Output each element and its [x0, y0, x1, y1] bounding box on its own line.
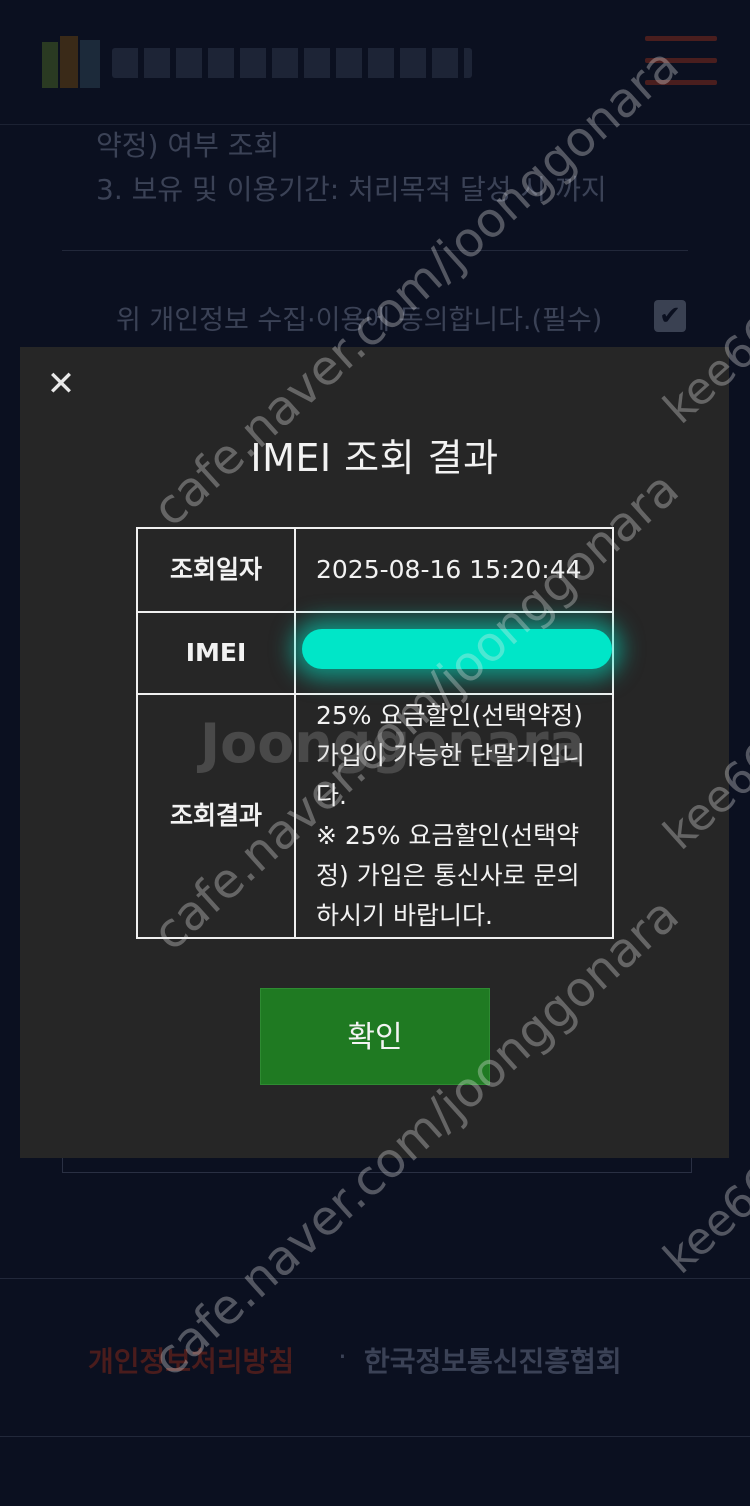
imei-result-modal: ✕ IMEI 조회 결과 조회일자 2025-08-16 15:20:44 IM… [20, 347, 729, 1158]
watermark-user: kee66 [654, 1156, 750, 1284]
result-value: 25% 요금할인(선택약정) 가입이 가능한 단말기입니다. ※ 25% 요금할… [294, 693, 614, 939]
table-row: 조회일자 2025-08-16 15:20:44 [136, 527, 614, 613]
confirm-button[interactable]: 확인 [260, 988, 490, 1085]
hamburger-menu-icon[interactable] [645, 36, 717, 86]
table-row: 조회결과 25% 요금할인(선택약정) 가입이 가능한 단말기입니다. ※ 25… [136, 693, 614, 939]
site-header [0, 0, 750, 125]
privacy-policy-link[interactable]: 개인정보처리방침 [88, 1340, 294, 1380]
row-header: 조회일자 [136, 527, 296, 613]
table-row: IMEI [136, 611, 614, 695]
redaction-mark [302, 629, 612, 669]
consent-checkbox[interactable]: ✔ [654, 300, 686, 332]
query-date-value: 2025-08-16 15:20:44 [294, 527, 614, 613]
footer-separator: · [338, 1340, 347, 1373]
result-table: 조회일자 2025-08-16 15:20:44 IMEI 조회결과 25% 요… [136, 527, 614, 939]
divider [62, 250, 688, 251]
site-logo-icon[interactable] [42, 36, 100, 88]
consent-label: 위 개인정보 수집·이용에 동의합니다.(필수) [116, 305, 603, 336]
row-header: 조회결과 [136, 693, 296, 939]
divider [0, 1436, 750, 1437]
divider [0, 1278, 750, 1279]
kait-link[interactable]: 한국정보통신진흥협회 [364, 1340, 622, 1380]
page: 약정) 여부 조회 3. 보유 및 이용기간: 처리목적 달성 시 까지 위 개… [0, 0, 750, 1506]
imei-value [294, 611, 614, 695]
close-icon[interactable]: ✕ [44, 367, 78, 401]
modal-title: IMEI 조회 결과 [250, 436, 499, 480]
site-name [112, 48, 472, 78]
row-header: IMEI [136, 611, 296, 695]
terms-line: 3. 보유 및 이용기간: 처리목적 달성 시 까지 [96, 173, 607, 206]
terms-line: 약정) 여부 조회 [96, 129, 280, 162]
